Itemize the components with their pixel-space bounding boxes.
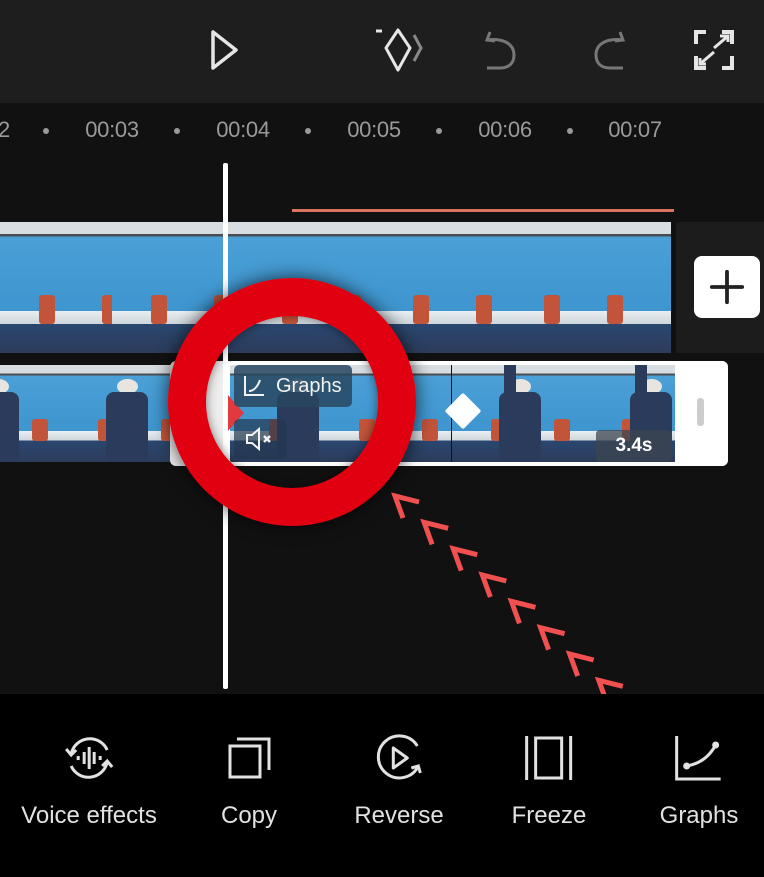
tick-label: 00:05 xyxy=(347,117,401,142)
tick-dot xyxy=(305,128,311,134)
tool-copy[interactable]: Copy xyxy=(221,730,277,830)
fullscreen-icon xyxy=(694,30,734,70)
arrow-chevron xyxy=(536,624,566,651)
highlight-circle-annotation xyxy=(168,278,416,526)
arrow-chevron xyxy=(420,518,449,546)
redo-icon xyxy=(594,31,626,70)
top-toolbar xyxy=(0,0,764,103)
tick-dot xyxy=(567,128,573,134)
video-thumbnail xyxy=(636,222,671,353)
tool-voice-effects[interactable]: Voice effects xyxy=(21,730,157,830)
redo-button[interactable] xyxy=(586,28,630,72)
tool-label: Freeze xyxy=(511,802,587,829)
tick-label: 00:07 xyxy=(608,117,662,142)
clip-duration-badge: 3.4s xyxy=(596,430,672,462)
arrow-chevron xyxy=(565,650,595,677)
tool-label: Reverse xyxy=(354,802,444,829)
arrow-chevron xyxy=(507,597,537,625)
timeline-ruler[interactable]: 2 00:03 00:04 00:05 00:06 00:07 xyxy=(0,103,764,153)
tool-graphs[interactable]: Graphs xyxy=(659,730,739,830)
arrow-chevron xyxy=(391,492,420,519)
undo-icon xyxy=(484,31,516,70)
tick-dot xyxy=(43,128,49,134)
play-icon xyxy=(211,30,238,70)
video-thumbnail xyxy=(0,365,61,462)
tool-label: Graphs xyxy=(659,802,739,829)
arrow-chevron xyxy=(449,545,478,572)
bottom-toolbar: Voice effects Copy Reverse Freeze Graphs xyxy=(0,694,764,877)
graphs-icon xyxy=(675,736,721,781)
tick-label: 00:03 xyxy=(85,117,139,142)
tick-label: 00:04 xyxy=(216,117,270,142)
audio-range-line xyxy=(292,209,674,212)
tool-label: Voice effects xyxy=(21,802,157,829)
tick-label: 2 xyxy=(0,117,10,142)
tick-label: 00:06 xyxy=(478,117,532,142)
reverse-icon xyxy=(376,734,422,780)
keyframe-button[interactable] xyxy=(376,28,432,72)
tool-label: Copy xyxy=(220,802,278,829)
add-clip-button[interactable] xyxy=(694,256,760,318)
plus-icon xyxy=(709,269,745,305)
arrow-chevron xyxy=(478,571,507,598)
tick-dot xyxy=(436,128,442,134)
copy-icon xyxy=(228,737,271,779)
play-button[interactable] xyxy=(206,28,250,72)
undo-button[interactable] xyxy=(482,28,526,72)
fullscreen-button[interactable] xyxy=(692,28,736,72)
keyframe-icon xyxy=(376,28,423,72)
tool-reverse[interactable]: Reverse xyxy=(354,730,444,830)
tool-freeze[interactable]: Freeze xyxy=(511,730,587,830)
freeze-icon xyxy=(525,736,573,780)
tick-dot xyxy=(174,128,180,134)
video-thumbnail xyxy=(505,222,636,353)
voice-effects-icon xyxy=(64,737,114,779)
